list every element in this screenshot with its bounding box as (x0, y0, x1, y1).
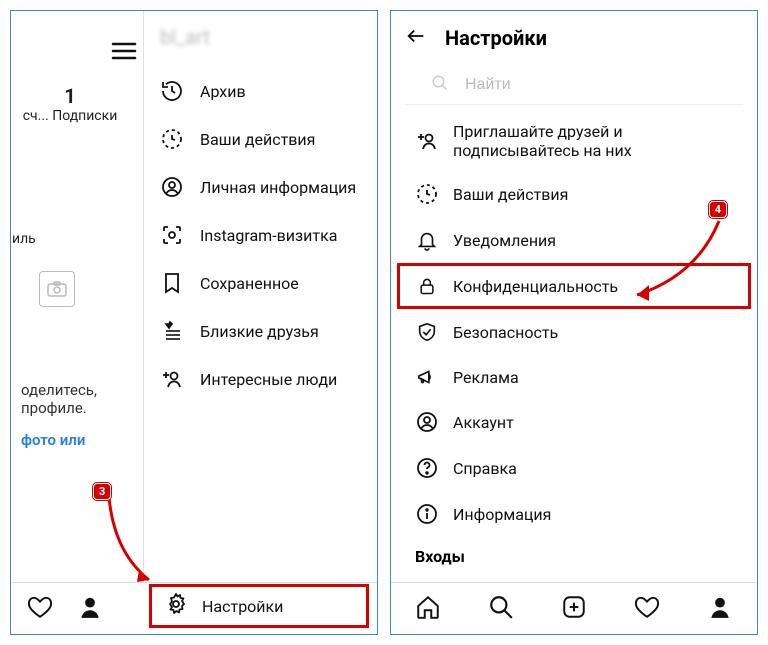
search-icon (431, 74, 449, 96)
back-icon[interactable] (405, 25, 427, 52)
menu-label: Ваши действия (200, 130, 315, 149)
search-input[interactable] (463, 75, 717, 95)
row-help[interactable]: Справка (397, 445, 751, 491)
menu-item-close-friends[interactable]: Близкие друзья (144, 307, 377, 355)
page-title: Настройки (445, 26, 547, 50)
menu-label: Архив (200, 82, 246, 101)
megaphone-icon (415, 366, 439, 388)
settings-list: Приглашайте друзей и подписывайтесь на н… (391, 111, 757, 566)
add-post-icon[interactable] (561, 594, 587, 624)
menu-item-archive[interactable]: Архив (144, 67, 377, 115)
menu-item-discover-people[interactable]: Интересные люди (144, 355, 377, 403)
search-row[interactable] (405, 65, 743, 105)
menu-item-nametag[interactable]: Instagram-визитка (144, 211, 377, 259)
row-label: Информация (453, 505, 551, 524)
menu-label: Интересные люди (200, 370, 337, 389)
stat-prefix-cut: сч... (23, 108, 49, 124)
row-label: Приглашайте друзей и подписывайтесь на н… (453, 122, 632, 160)
activity-icon (160, 127, 184, 151)
bell-icon (415, 228, 439, 252)
row-label: Конфиденциальность (453, 277, 618, 296)
step-badge-4: 4 (709, 201, 727, 218)
lock-icon (415, 274, 439, 298)
add-person-icon (415, 129, 439, 153)
bookmark-icon (160, 271, 184, 295)
row-label: Безопасность (453, 323, 558, 342)
right-screenshot: Настройки Приглашайте друзей и подписыва… (390, 10, 758, 635)
heart-icon[interactable] (27, 594, 53, 624)
share-link[interactable]: фото или (21, 431, 85, 449)
profile-icon[interactable] (77, 594, 103, 624)
account-icon (415, 410, 439, 434)
tab-cut-label: иль (12, 231, 36, 247)
gear-icon (164, 592, 188, 620)
settings-label: Настройки (202, 597, 283, 616)
row-label: Реклама (453, 368, 519, 387)
settings-button[interactable]: Настройки (149, 584, 369, 628)
step-badge-3: 3 (93, 483, 111, 500)
row-activity[interactable]: Ваши действия (397, 171, 751, 217)
menu-label: Личная информация (200, 178, 356, 197)
search-nav-icon[interactable] (488, 594, 514, 624)
close-friends-icon (160, 319, 184, 343)
settings-header: Настройки (391, 11, 757, 65)
photo-placeholder-icon (39, 271, 75, 307)
person-circle-icon (160, 175, 184, 199)
menu-item-saved[interactable]: Сохраненное (144, 259, 377, 307)
menu-item-activity[interactable]: Ваши действия (144, 115, 377, 163)
hamburger-icon[interactable] (111, 41, 137, 65)
home-icon[interactable] (415, 594, 441, 624)
history-icon (160, 79, 184, 103)
row-security[interactable]: Безопасность (397, 309, 751, 355)
row-invite-friends[interactable]: Приглашайте друзей и подписывайтесь на н… (397, 111, 751, 171)
row-account[interactable]: Аккаунт (397, 399, 751, 445)
left-screenshot: 1 сч... Подписки иль оделитесь, профиле.… (10, 10, 378, 635)
shield-icon (415, 320, 439, 344)
subscriptions-label: Подписки (52, 108, 117, 124)
row-label: Уведомления (453, 231, 556, 250)
menu-item-personal-info[interactable]: Личная информация (144, 163, 377, 211)
drawer-username: bl_art (144, 11, 377, 67)
row-label: Ваши действия (453, 185, 568, 204)
row-label: Аккаунт (453, 413, 514, 432)
info-icon (415, 502, 439, 526)
menu-label: Близкие друзья (200, 322, 319, 341)
row-label: Справка (453, 459, 517, 478)
row-notifications[interactable]: Уведомления (397, 217, 751, 263)
add-person-icon (160, 367, 184, 391)
menu-label: Instagram-визитка (200, 226, 337, 245)
share-text: оделитесь, профиле. (21, 381, 97, 417)
bottom-nav (391, 582, 757, 634)
section-logins: Входы (397, 537, 751, 566)
row-privacy[interactable]: Конфиденциальность (397, 263, 751, 309)
help-icon (415, 456, 439, 480)
activity-icon (415, 182, 439, 206)
profile-sidebar: 1 сч... Подписки (11, 11, 129, 124)
row-ads[interactable]: Реклама (397, 355, 751, 399)
row-info[interactable]: Информация (397, 491, 751, 537)
profile-icon[interactable] (707, 594, 733, 624)
heart-icon[interactable] (634, 594, 660, 624)
subscriptions-count: 1 (11, 84, 129, 108)
menu-label: Сохраненное (200, 274, 299, 293)
side-drawer: bl_art Архив Ваши действия Личная информ… (143, 11, 377, 582)
qr-icon (160, 223, 184, 247)
